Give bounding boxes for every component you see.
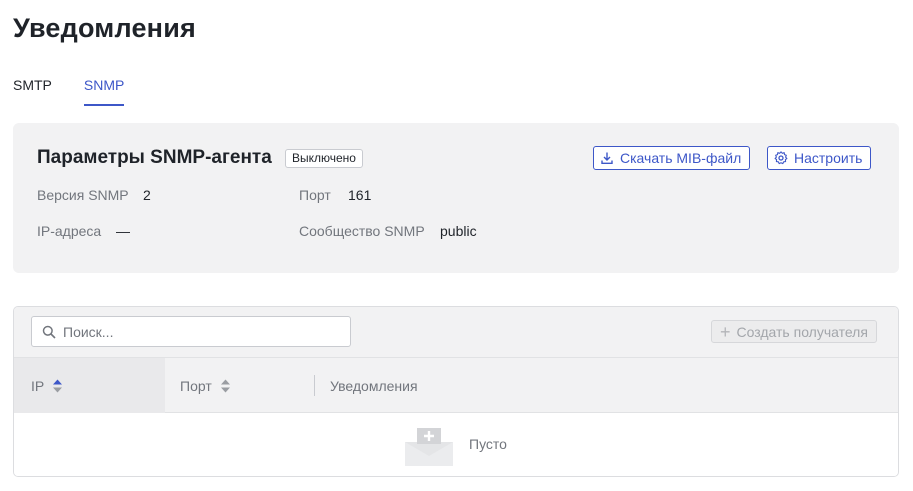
page-title: Уведомления — [13, 13, 196, 43]
agent-title: Параметры SNMP-агента — [37, 147, 272, 168]
tab-smtp[interactable]: SMTP — [13, 76, 52, 106]
table-header: IP Порт Уведомления — [14, 357, 898, 413]
tabs: SMTP SNMP — [13, 76, 156, 106]
community-label: Сообщество SNMP — [299, 223, 425, 239]
ip-value: — — [116, 223, 130, 239]
search-input[interactable] — [63, 323, 323, 340]
search-box[interactable] — [31, 316, 351, 347]
port-value: 161 — [348, 187, 372, 203]
version-value: 2 — [143, 187, 151, 203]
community-value: public — [440, 223, 477, 239]
gear-icon — [774, 151, 788, 165]
create-recipient-label: Создать получателя — [736, 323, 868, 340]
snmp-agent-card: Параметры SNMP-агента Выключено Скачать … — [13, 123, 899, 273]
tab-snmp[interactable]: SNMP — [83, 76, 125, 106]
sort-ascending-icon — [53, 379, 63, 392]
column-label-port: Порт — [180, 377, 212, 394]
column-header-ip[interactable]: IP — [14, 358, 165, 413]
column-label-notifications: Уведомления — [330, 377, 418, 394]
download-icon — [601, 152, 613, 164]
recipients-table: + Создать получателя IP Порт Уведомления — [13, 306, 899, 477]
download-mib-label: Скачать MIB-файл — [620, 150, 742, 166]
column-header-notifications: Уведомления — [314, 358, 418, 413]
empty-state: Пусто — [14, 413, 898, 476]
settings-button[interactable]: Настроить — [767, 146, 872, 170]
plus-icon: + — [720, 321, 731, 342]
empty-inbox-icon — [405, 428, 453, 466]
search-icon — [42, 325, 56, 339]
create-recipient-button[interactable]: + Создать получателя — [711, 320, 877, 343]
version-label: Версия SNMP — [37, 187, 129, 203]
download-mib-button[interactable]: Скачать MIB-файл — [593, 146, 751, 170]
column-header-port[interactable]: Порт — [180, 358, 231, 413]
table-toolbar: + Создать получателя — [14, 307, 898, 357]
status-badge: Выключено — [285, 149, 363, 168]
sort-icon — [220, 379, 230, 392]
settings-label: Настроить — [794, 150, 863, 166]
column-label-ip: IP — [31, 377, 45, 394]
port-label: Порт — [299, 187, 331, 203]
ip-label: IP-адреса — [37, 223, 102, 239]
empty-text: Пусто — [469, 436, 507, 452]
